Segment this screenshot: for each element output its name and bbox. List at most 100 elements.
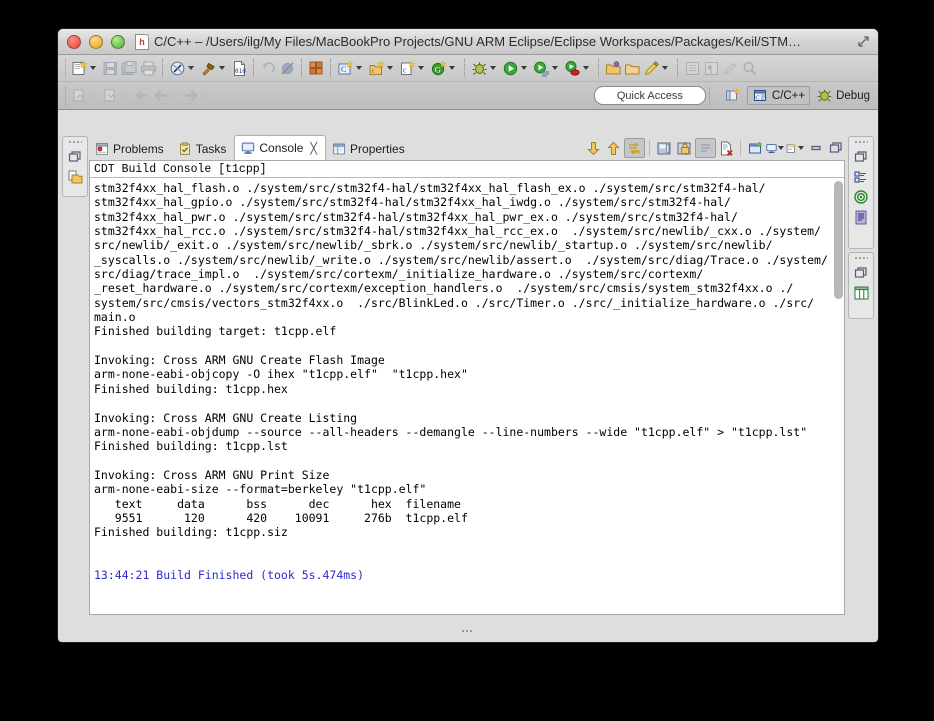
build-targets-icon[interactable]: [854, 190, 868, 204]
outline-icon[interactable]: [854, 170, 868, 184]
tab-console[interactable]: Console ╳: [234, 135, 327, 160]
search-icon: [743, 61, 757, 75]
maximize-view-button[interactable]: [826, 139, 845, 157]
view-tab-row: Problems Tasks Console ╳ Properties: [89, 134, 845, 160]
console-scrollbar-thumb[interactable]: [834, 181, 843, 299]
trim-grip[interactable]: [854, 256, 868, 260]
minimize-view-button[interactable]: [806, 139, 825, 157]
chevron-down-icon[interactable]: [387, 66, 393, 70]
console-line: stm32f4xx_hal_gpio.o ./system/src/stm32f…: [94, 195, 731, 210]
chevron-down-icon[interactable]: [90, 93, 96, 98]
documents-icon[interactable]: [854, 210, 868, 225]
console-line: Invoking: Cross ARM GNU Create Flash Ima…: [94, 353, 385, 368]
console-line: stm32f4xx_hal_pwr.o ./system/src/stm32f4…: [94, 209, 738, 224]
tab-tasks[interactable]: Tasks: [172, 138, 235, 160]
undo-button[interactable]: [259, 57, 278, 79]
next-annotation-button[interactable]: [70, 85, 101, 107]
restore-icon[interactable]: [854, 150, 868, 164]
bottom-sash[interactable]: [89, 622, 845, 638]
zoom-window-button[interactable]: [111, 34, 125, 49]
build-configurations-button[interactable]: [307, 57, 326, 79]
chevron-down-icon[interactable]: [356, 66, 362, 70]
chevron-down-icon[interactable]: [90, 66, 96, 70]
chevron-down-icon[interactable]: [490, 66, 496, 70]
toggle-block-selection-button[interactable]: [683, 57, 702, 79]
chevron-down-icon[interactable]: [219, 66, 225, 70]
new-c-file-button[interactable]: c: [398, 57, 429, 79]
tab-problems[interactable]: Problems: [89, 138, 172, 160]
forward-button[interactable]: [182, 85, 213, 107]
search-button[interactable]: [740, 57, 759, 79]
chevron-down-icon[interactable]: [121, 93, 127, 98]
git-repository-button[interactable]: G: [429, 57, 460, 79]
chevron-down-icon[interactable]: [171, 93, 177, 98]
previous-annotation-button[interactable]: [101, 85, 132, 107]
chevron-down-icon[interactable]: [552, 66, 558, 70]
last-edit-location-button[interactable]: [132, 85, 151, 107]
chevron-down-icon[interactable]: [521, 66, 527, 70]
toggle-binary-button[interactable]: 010: [230, 57, 249, 79]
svg-text:c: c: [372, 67, 375, 74]
trim-grip[interactable]: [68, 140, 82, 144]
chevron-down-icon[interactable]: [188, 66, 194, 70]
print-button[interactable]: [139, 57, 158, 79]
restore-icon[interactable]: [854, 266, 868, 280]
console-scrollbar[interactable]: [834, 181, 843, 613]
console-output[interactable]: stm32f4xx_hal_flash.o ./system/src/stm32…: [90, 180, 844, 614]
task-list-icon[interactable]: [854, 286, 869, 300]
pin-console-button[interactable]: [624, 138, 645, 158]
quick-access-input[interactable]: Quick Access: [593, 86, 706, 105]
tab-properties[interactable]: Properties: [326, 138, 413, 160]
lock-icon: [677, 142, 691, 154]
chevron-down-icon[interactable]: [778, 146, 784, 150]
chevron-down-icon[interactable]: [583, 66, 589, 70]
new-console-view-button[interactable]: [746, 139, 765, 157]
resize-window-icon[interactable]: [857, 35, 870, 48]
open-console-button[interactable]: [786, 139, 805, 157]
run-history-button[interactable]: [532, 57, 563, 79]
open-perspective-button[interactable]: [720, 86, 745, 105]
scroll-up-button[interactable]: [604, 139, 623, 157]
project-explorer-icon[interactable]: [68, 170, 83, 185]
chevron-down-icon[interactable]: [798, 146, 804, 150]
svg-text:¶: ¶: [708, 64, 713, 75]
debug-button[interactable]: [470, 57, 501, 79]
display-console-button[interactable]: [766, 139, 785, 157]
perspective-debug[interactable]: Debug: [812, 86, 874, 105]
save-icon: [103, 61, 117, 75]
minimize-window-button[interactable]: [89, 34, 103, 49]
restore-icon[interactable]: [68, 150, 82, 164]
run-button[interactable]: [501, 57, 532, 79]
build-all-button[interactable]: [168, 57, 199, 79]
down-arrow-icon: [587, 141, 600, 155]
chevron-down-icon[interactable]: [662, 66, 668, 70]
chevron-down-icon[interactable]: [202, 93, 208, 98]
external-tools-button[interactable]: [563, 57, 594, 79]
chevron-down-icon[interactable]: [449, 66, 455, 70]
save-all-button[interactable]: [120, 57, 139, 79]
perspective-cpp-label: C/C++: [771, 89, 806, 102]
chevron-down-icon[interactable]: [418, 66, 424, 70]
build-button[interactable]: [199, 57, 230, 79]
back-button[interactable]: [151, 85, 182, 107]
clear-console-button[interactable]: [695, 138, 716, 158]
new-cpp-class-button[interactable]: c: [367, 57, 398, 79]
scroll-lock-button[interactable]: [675, 139, 694, 157]
close-icon[interactable]: ╳: [310, 142, 317, 155]
perspective-cpp[interactable]: C C/C++: [746, 86, 811, 105]
skip-breakpoints-button[interactable]: [278, 57, 297, 79]
scroll-down-button[interactable]: [584, 139, 603, 157]
trim-grip[interactable]: [854, 140, 868, 144]
annotation-button[interactable]: [721, 57, 740, 79]
window-titlebar[interactable]: h C/C++ – /Users/ilg/My Files/MacBookPro…: [58, 29, 878, 55]
terminate-button[interactable]: [655, 139, 674, 157]
open-resource-button[interactable]: [604, 57, 623, 79]
remove-console-button[interactable]: [717, 139, 736, 157]
open-type-button[interactable]: [623, 57, 642, 79]
save-button[interactable]: [101, 57, 120, 79]
search-marker-button[interactable]: [642, 57, 673, 79]
close-window-button[interactable]: [67, 34, 81, 49]
new-c-project-button[interactable]: C: [336, 57, 367, 79]
new-wizard-button[interactable]: [70, 57, 101, 79]
show-whitespace-button[interactable]: ¶: [702, 57, 721, 79]
